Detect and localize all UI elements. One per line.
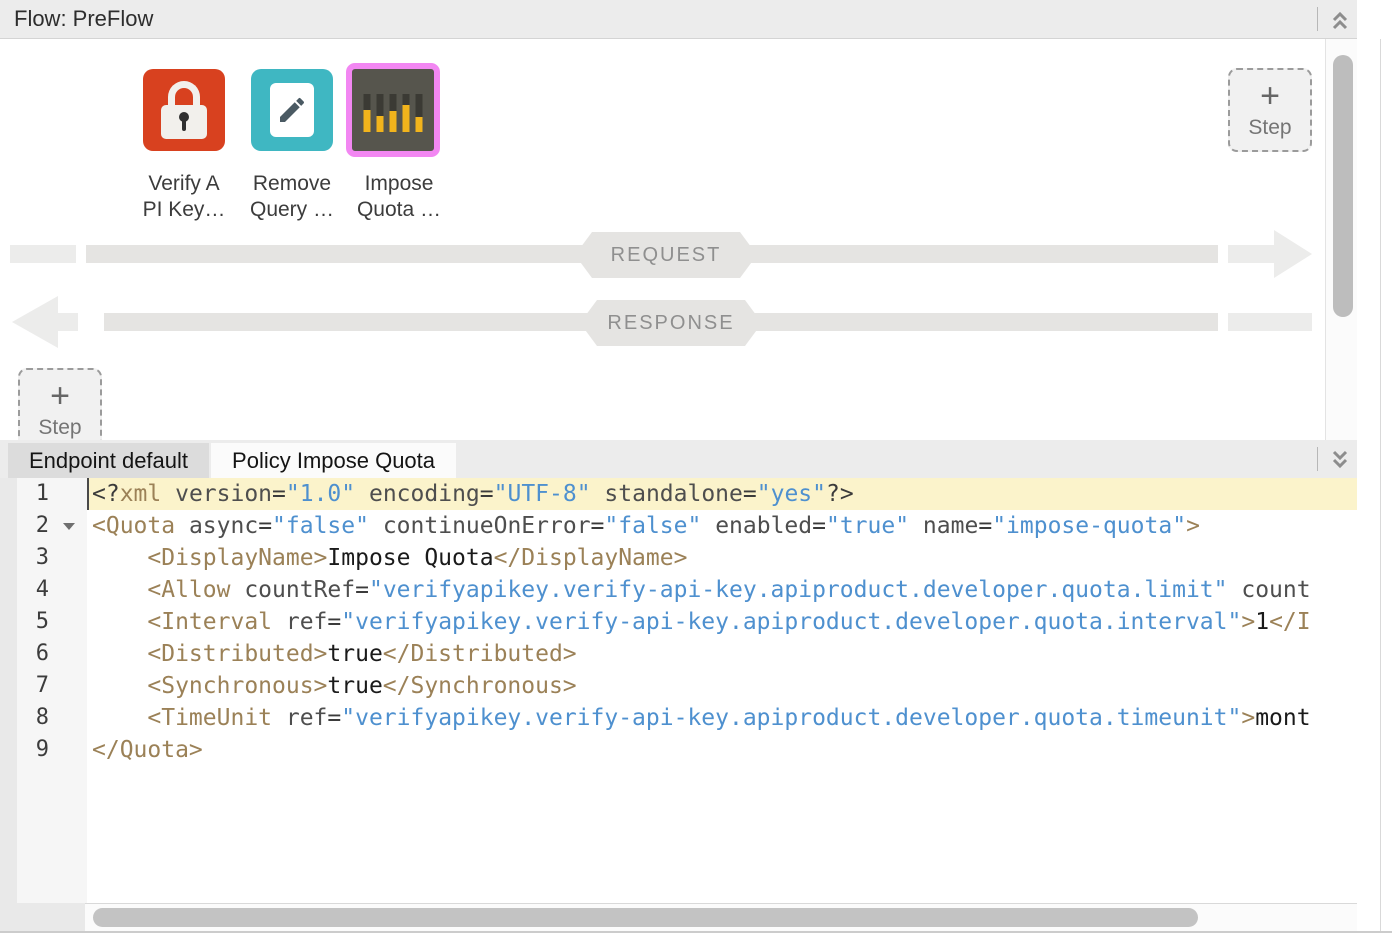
policy-step-verify-api-key[interactable]: [143, 69, 225, 151]
window-right-border: [1380, 39, 1381, 931]
pencil-icon: [270, 83, 314, 137]
lock-icon: [161, 81, 207, 139]
line-number: 4: [0, 574, 87, 606]
add-step-button-response[interactable]: + Step: [18, 368, 102, 440]
double-chevron-down-icon: [1328, 447, 1352, 471]
editor-horizontal-scrollbar-row: [0, 903, 1357, 931]
code-line-8[interactable]: 8 <TimeUnit ref="verifyapikey.verify-api…: [0, 702, 1357, 734]
request-arrow-head-icon: [1274, 230, 1312, 278]
quota-bars-icon: [364, 94, 423, 132]
tab-endpoint-default[interactable]: Endpoint default: [8, 443, 209, 478]
line-number: 6: [0, 638, 87, 670]
apigee-flow-editor: Flow: PreFlow: [0, 0, 1392, 938]
code-line-4[interactable]: 4 <Allow countRef="verifyapikey.verify-a…: [0, 574, 1357, 606]
tab-policy-impose-quota[interactable]: Policy Impose Quota: [211, 443, 456, 478]
editor-horizontal-scrollbar-thumb[interactable]: [93, 908, 1198, 927]
tab-bar-divider: [1317, 447, 1318, 471]
code-editor[interactable]: 1<?xml version="1.0" encoding="UTF-8" st…: [0, 478, 1357, 903]
line-number: 8: [0, 702, 87, 734]
line-number: 1: [0, 478, 87, 510]
code-line-2[interactable]: 2<Quota async="false" continueOnError="f…: [0, 510, 1357, 542]
policy-step-remove-query-param[interactable]: [251, 69, 333, 151]
policy-label-impose-quota: ImposeQuota …: [324, 171, 474, 223]
request-banner: REQUEST: [575, 232, 757, 278]
line-number: 5: [0, 606, 87, 638]
response-banner: RESPONSE: [580, 300, 762, 346]
line-number: 3: [0, 542, 87, 574]
double-chevron-up-icon: [1328, 8, 1352, 32]
plus-icon: +: [50, 379, 70, 413]
editor-tab-bar: Endpoint default Policy Impose Quota: [0, 440, 1357, 478]
line-number: 9: [0, 734, 87, 766]
code-line-9[interactable]: 9</Quota>: [0, 734, 1357, 766]
flow-vertical-scrollbar[interactable]: [1325, 39, 1357, 440]
collapse-flow-panel-button[interactable]: [1326, 6, 1354, 34]
flow-title: Flow: PreFlow: [14, 0, 153, 38]
gutter-footer: [0, 903, 85, 931]
text-cursor: [87, 478, 89, 510]
request-bar-stub: [10, 245, 76, 263]
code-line-5[interactable]: 5 <Interval ref="verifyapikey.verify-api…: [0, 606, 1357, 638]
code-line-3[interactable]: 3 <DisplayName>Impose Quota</DisplayName…: [0, 542, 1357, 574]
flow-panel-header: Flow: PreFlow: [0, 0, 1357, 39]
response-arrow-head-icon: [12, 296, 58, 348]
collapse-editor-panel-button[interactable]: [1326, 445, 1354, 473]
flow-canvas: Verify API Key… RemoveQuery … ImposeQuot…: [0, 39, 1357, 440]
line-number: 2: [0, 510, 87, 542]
window-bottom-border: [0, 931, 1392, 933]
request-arrow-shaft: [1228, 245, 1276, 263]
add-step-button-request[interactable]: + Step: [1228, 68, 1312, 152]
flow-vertical-scrollbar-thumb[interactable]: [1333, 55, 1353, 317]
code-line-6[interactable]: 6 <Distributed>true</Distributed>: [0, 638, 1357, 670]
code-line-7[interactable]: 7 <Synchronous>true</Synchronous>: [0, 670, 1357, 702]
fold-caret-icon[interactable]: [63, 523, 75, 530]
response-arrow-shaft: [56, 313, 78, 331]
policy-step-impose-quota-selected[interactable]: [346, 63, 440, 157]
header-divider: [1317, 7, 1318, 31]
plus-icon: +: [1260, 79, 1280, 113]
line-number: 7: [0, 670, 87, 702]
code-line-1[interactable]: 1<?xml version="1.0" encoding="UTF-8" st…: [0, 478, 1357, 510]
editor-horizontal-scrollbar[interactable]: [85, 903, 1357, 931]
response-bar-stub: [1228, 313, 1312, 331]
